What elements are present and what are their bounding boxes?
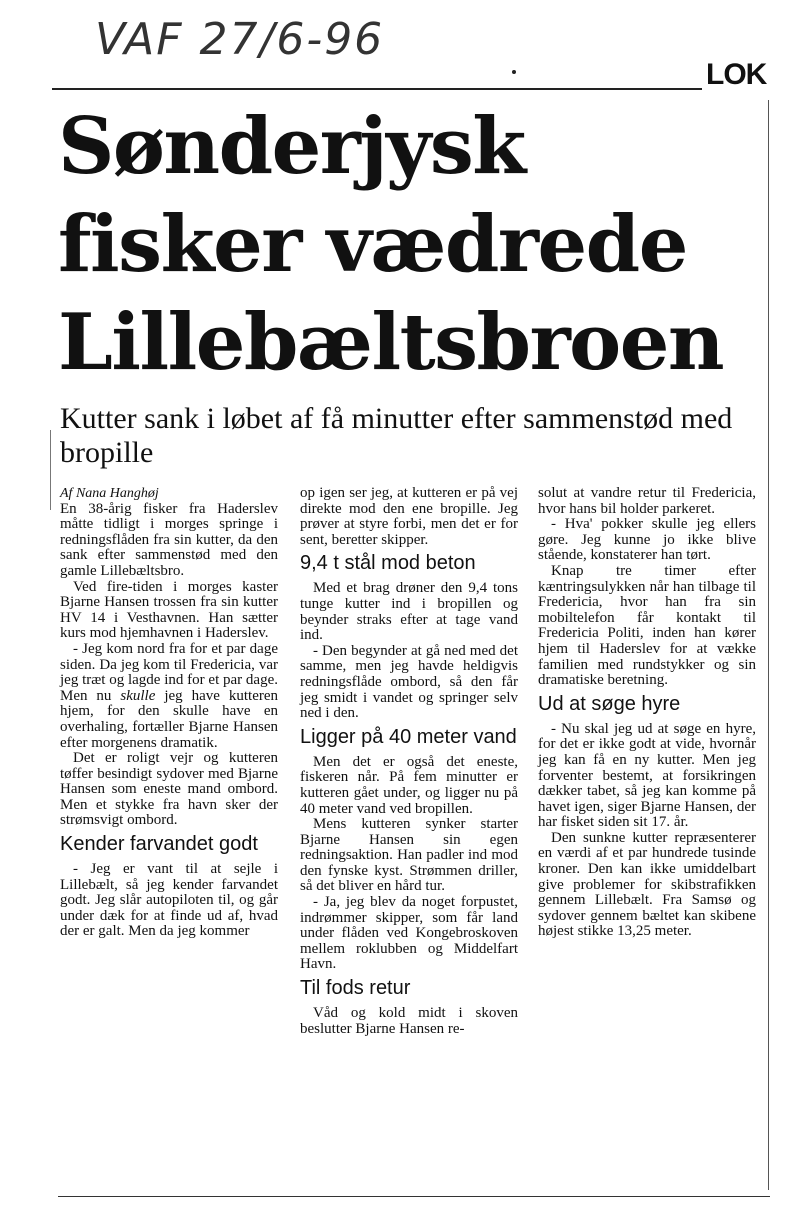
paragraph: Den sunkne kutter repræsenterer en værdi…: [538, 829, 756, 940]
margin-rule: [50, 430, 51, 510]
section-heading: 9,4 t stål mod beton: [300, 552, 476, 575]
byline: Af Nana Hanghøj: [60, 486, 159, 501]
article-column-3: solut at vandre retur til Fredericia, hv…: [538, 485, 756, 940]
section-heading: Ud at søge hyre: [538, 692, 681, 715]
paragraph: Men det er også det eneste, fiskeren når…: [300, 753, 518, 817]
article-headline: Sønderjysk fisker vædrede Lillebæltsbroe…: [58, 98, 768, 392]
paragraph: - Hva' pokker skulle jeg ellers gøre. Je…: [538, 516, 756, 564]
paragraph: Våd og kold midt i skoven beslutter Bjar…: [300, 1005, 518, 1037]
header-rule: [52, 88, 702, 90]
paragraph: Ved fire-tiden i morges kaster Bjarne Ha…: [60, 578, 278, 642]
paragraph: - Jeg kom nord fra for et par dage siden…: [60, 641, 278, 751]
paragraph: - Nu skal jeg ud at søge en hyre, for de…: [538, 720, 756, 831]
paragraph: Med et brag drøner den 9,4 tons tunge ku…: [300, 580, 518, 644]
paragraph: Mens kutteren synker starter Bjarne Hans…: [300, 816, 518, 895]
paragraph: op igen ser jeg, at kutteren er på vej d…: [300, 485, 518, 548]
paragraph: Det er roligt vejr og kutteren tøffer be…: [60, 750, 278, 829]
article-subheading: Kutter sank i løbet af få minutter efter…: [60, 402, 733, 469]
section-heading: Til fods retur: [300, 977, 411, 1000]
paragraph: - Jeg er vant til at sejle i Lillebælt, …: [60, 861, 278, 940]
paragraph: Knap tre timer efter kæntringsulykken nå…: [538, 562, 756, 689]
section-heading: Kender farvandet godt: [60, 833, 258, 856]
paragraph: solut at vandre retur til Fredericia, hv…: [538, 485, 756, 517]
section-label: LOK: [706, 58, 767, 91]
article-column-1: Af Nana Hanghøj En 38-årig fisker fra Ha…: [60, 486, 278, 940]
headline-line: fisker vædrede: [58, 199, 688, 290]
headline-line: Lillebæltsbroen: [58, 297, 725, 388]
column-edge-rule: [768, 100, 769, 1190]
section-heading: Ligger på 40 meter vand: [300, 725, 517, 748]
footer-rule: [58, 1196, 770, 1197]
article-column-2: op igen ser jeg, at kutteren er på vej d…: [300, 485, 518, 1037]
paragraph: - Ja, jeg blev da noget forpustet, indrø…: [300, 894, 518, 973]
paragraph: - Den begynder at gå ned med det samme, …: [300, 642, 518, 722]
emphasis-text: skulle: [120, 687, 156, 704]
print-speck: [512, 70, 516, 74]
headline-line: Sønderjysk: [58, 101, 526, 192]
handwritten-date-stamp: VAF 27/6-96: [95, 14, 385, 65]
paragraph: En 38-årig fisker fra Haderslev måtte ti…: [60, 500, 278, 579]
